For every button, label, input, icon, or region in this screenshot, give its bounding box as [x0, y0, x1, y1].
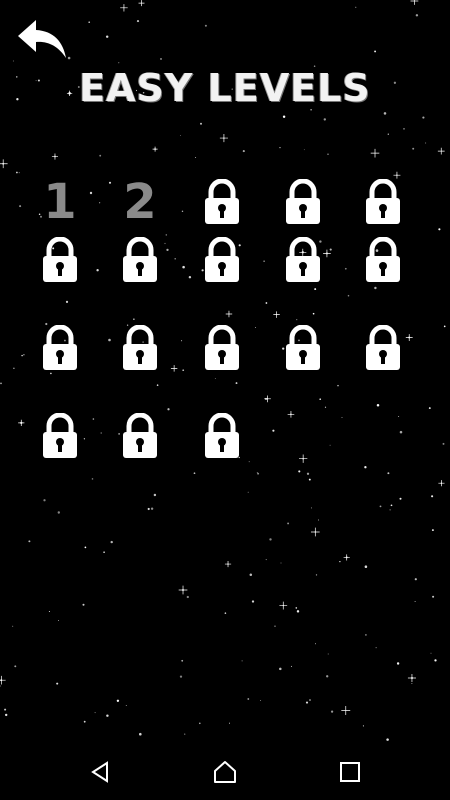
locked-level-tile[interactable] [35, 232, 85, 288]
lock-icon [121, 413, 159, 459]
lock-icon [121, 237, 159, 283]
level-number: 1 [43, 174, 77, 230]
locked-level-tile[interactable] [278, 320, 328, 376]
locked-level-tile[interactable] [358, 232, 408, 288]
lock-icon [284, 179, 322, 225]
lock-icon [41, 237, 79, 283]
lock-icon [41, 413, 79, 459]
nav-home-button[interactable] [205, 754, 245, 790]
lock-icon [203, 413, 241, 459]
lock-icon [284, 237, 322, 283]
locked-level-tile[interactable] [358, 174, 408, 230]
lock-icon [41, 325, 79, 371]
lock-icon [364, 325, 402, 371]
page-title: EASY LEVELS [79, 66, 371, 110]
starfield-background [0, 0, 446, 741]
locked-level-tile[interactable] [115, 320, 165, 376]
lock-icon [121, 325, 159, 371]
locked-level-tile[interactable] [278, 232, 328, 288]
nav-back-button[interactable] [80, 754, 120, 790]
lock-icon [203, 237, 241, 283]
locked-level-tile[interactable] [358, 320, 408, 376]
lock-icon [203, 325, 241, 371]
locked-level-tile[interactable] [35, 408, 85, 464]
nav-recents-icon [340, 762, 360, 782]
nav-home-icon [214, 761, 236, 783]
level-button[interactable]: 1 [35, 174, 85, 230]
back-arrow-icon [18, 20, 66, 58]
navigation-bar [0, 744, 450, 800]
level-number: 2 [123, 174, 157, 230]
nav-recents-button[interactable] [330, 754, 370, 790]
lock-icon [364, 237, 402, 283]
locked-level-tile[interactable] [115, 408, 165, 464]
locked-level-tile[interactable] [278, 174, 328, 230]
back-button[interactable] [16, 18, 68, 60]
locked-level-tile[interactable] [197, 174, 247, 230]
level-button[interactable]: 2 [115, 174, 165, 230]
locked-level-tile[interactable] [35, 320, 85, 376]
lock-icon [284, 325, 322, 371]
locked-level-tile[interactable] [115, 232, 165, 288]
locked-level-tile[interactable] [197, 232, 247, 288]
lock-icon [203, 179, 241, 225]
locked-level-tile[interactable] [197, 408, 247, 464]
locked-level-tile[interactable] [197, 320, 247, 376]
nav-back-icon [91, 761, 108, 783]
lock-icon [364, 179, 402, 225]
